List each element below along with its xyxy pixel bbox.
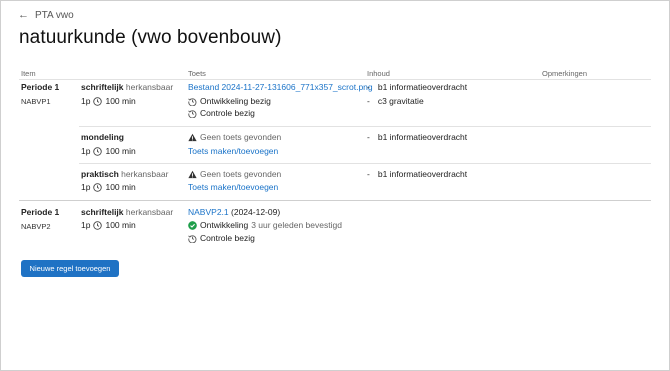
create-toets-link[interactable]: Toets maken/toevoegen — [188, 182, 278, 193]
status-development: Ontwikkeling bezig — [188, 96, 271, 107]
column-header-toets: Toets — [188, 69, 206, 78]
back-link[interactable]: ← PTA vwo — [18, 9, 74, 22]
history-icon — [188, 109, 197, 118]
warning-icon — [188, 133, 197, 142]
status-control: Controle bezig — [188, 108, 255, 119]
history-icon — [188, 97, 197, 106]
assessment-type: schriftelijk — [81, 82, 124, 92]
item-code: NABVP2 — [21, 222, 51, 231]
group-divider — [19, 200, 651, 201]
row-divider — [79, 126, 651, 127]
clock-icon — [93, 221, 103, 230]
period-label: Periode 1 — [21, 82, 60, 92]
weight-duration: 1p 100 min — [81, 182, 136, 193]
weight: 1p — [81, 220, 91, 230]
inhoud-item: - b1 informatieoverdracht — [367, 132, 468, 142]
status-detail: 3 uur geleden bevestigd — [251, 220, 342, 230]
status-control: Controle bezig — [188, 233, 255, 244]
assessment-type: praktisch — [81, 169, 119, 179]
table-row-type: schriftelijk herkansbaar — [81, 82, 173, 93]
add-row-button[interactable]: Nieuwe regel toevoegen — [21, 260, 119, 277]
weight-duration: 1p 100 min — [81, 146, 136, 157]
header-divider — [19, 79, 651, 80]
row-divider — [79, 163, 651, 164]
resit-label: herkansbaar — [125, 207, 174, 217]
weight: 1p — [81, 146, 91, 156]
status-text: Controle bezig — [200, 233, 255, 243]
arrow-left-icon: ← — [18, 9, 29, 21]
status-text: Ontwikkeling — [200, 220, 249, 230]
clock-icon — [93, 183, 103, 192]
weight: 1p — [81, 96, 91, 106]
warning-icon — [188, 170, 197, 179]
warning-message: Geen toets gevonden — [188, 132, 281, 143]
warning-text: Geen toets gevonden — [200, 132, 282, 142]
weight-duration: 1p 100 min — [81, 96, 136, 107]
clock-icon — [93, 97, 103, 106]
status-development: Ontwikkeling 3 uur geleden bevestigd — [188, 220, 342, 231]
status-text: Controle bezig — [200, 108, 255, 118]
column-header-inhoud: Inhoud — [367, 69, 390, 78]
duration: 100 min — [105, 146, 136, 156]
weight: 1p — [81, 182, 91, 192]
inhoud-item: - b1 informatieoverdracht — [367, 169, 468, 179]
duration: 100 min — [105, 220, 136, 230]
check-circle-icon — [188, 221, 197, 230]
resit-label: herkansbaar — [121, 169, 169, 179]
back-link-label: PTA vwo — [35, 10, 74, 21]
assessment-type: schriftelijk — [81, 207, 124, 217]
table-row-type: praktisch herkansbaar — [81, 169, 168, 180]
column-header-item: Item — [21, 69, 36, 78]
history-icon — [188, 234, 197, 243]
item-code: NABVP1 — [21, 97, 51, 106]
page-title: natuurkunde (vwo bovenbouw) — [19, 27, 282, 48]
period-label: Periode 1 — [21, 207, 60, 217]
duration: 100 min — [105, 96, 136, 106]
weight-duration: 1p 100 min — [81, 220, 136, 231]
toets-link[interactable]: NABVP2.1 — [188, 207, 229, 217]
toets-file-link[interactable]: Bestand 2024-11-27-131606_771x357_scrot.… — [188, 82, 373, 93]
status-text: Ontwikkeling bezig — [200, 96, 271, 106]
create-toets-link[interactable]: Toets maken/toevoegen — [188, 146, 278, 157]
table-row-type: schriftelijk herkansbaar — [81, 207, 173, 218]
toets-date: (2024-12-09) — [231, 207, 281, 217]
duration: 100 min — [105, 182, 136, 192]
toets-entry: NABVP2.1 (2024-12-09) — [188, 207, 280, 218]
table-row-type: mondeling — [81, 132, 124, 143]
inhoud-item: - b1 informatieoverdracht — [367, 82, 468, 92]
inhoud-item: - c3 gravitatie — [367, 96, 424, 106]
resit-label: herkansbaar — [125, 82, 174, 92]
warning-message: Geen toets gevonden — [188, 169, 281, 180]
assessment-type: mondeling — [81, 132, 124, 142]
clock-icon — [93, 147, 103, 156]
warning-text: Geen toets gevonden — [200, 169, 282, 179]
column-header-opmerkingen: Opmerkingen — [542, 69, 588, 78]
